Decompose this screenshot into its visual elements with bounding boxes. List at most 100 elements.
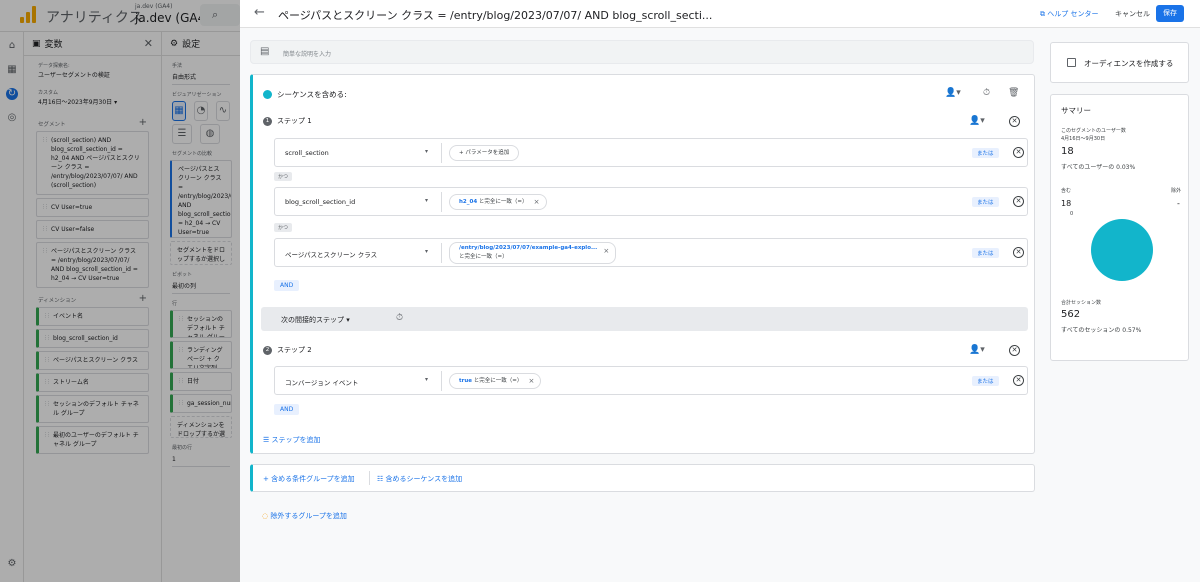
description-placeholder: 簡単な説明を入力 [283,51,332,58]
back-arrow-icon[interactable]: ← [254,5,265,20]
filter-value: /entry/blog/2023/07/07/example-ga4-explo… [459,245,598,251]
add-include-sequence-button[interactable]: ☷ 含めるシーケンスを追加 [377,474,462,484]
included-label: 含む [1061,188,1072,194]
sequence-card: シーケンスを含める: 👤▾ ⏱ 🗑 1 ステップ 1 👤▾ ✕ scroll_se… [250,74,1035,454]
step-2-scope-icon[interactable]: 👤▾ [969,345,985,355]
add-group-bar: + 含める条件グループを追加 ☷ 含めるシーケンスを追加 [250,464,1035,492]
condition-dimension[interactable]: コンバージョン イベント [285,377,358,387]
condition-remove-icon[interactable]: ✕ [1013,375,1024,386]
cancel-button[interactable]: キャンセル [1115,9,1150,19]
excluded-label: 除外 [1171,188,1182,194]
close-icon[interactable]: × [528,374,534,388]
users-label: このセグメントのユーザー数 [1061,128,1126,134]
filter-pill[interactable]: h2_04 と完全に一致（=） × [449,194,547,210]
and-button[interactable]: AND [274,280,300,291]
or-button[interactable]: または [972,376,999,386]
filter-operator: と完全に一致（=） [477,199,528,205]
condition-remove-icon[interactable]: ✕ [1013,247,1024,258]
next-step-label: 次の間接的ステップ [281,316,344,324]
add-step-icon: ☰ [263,436,272,444]
add-step-button[interactable]: ☰ ステップを追加 [263,435,321,445]
summary-title: サマリー [1061,106,1091,115]
open-in-new-icon: ⧉ [1040,10,1045,18]
users-count: 18 [1061,146,1074,157]
description-icon: ▤ [260,46,270,57]
condition-remove-icon[interactable]: ✕ [1013,196,1024,207]
and-connector: かつ [274,172,293,181]
step-2-header: 2 ステップ 2 [263,345,312,355]
sequence-header: シーケンスを含める: [263,89,347,100]
add-parameter-button[interactable]: + パラメータを追加 [449,145,520,161]
add-exclude-group-button[interactable]: ◌ 除外するグループを追加 [262,511,347,521]
plus-icon: + [263,475,272,483]
delete-icon[interactable]: 🗑 [1008,88,1019,98]
help-center-link[interactable]: ⧉ ヘルプ センター [1040,9,1098,19]
dimension-dropdown-icon[interactable]: ▾ [425,197,428,204]
or-button[interactable]: または [972,197,999,207]
step-2-label: ステップ 2 [277,346,312,354]
summary-date: 4月16日～9月30日 [1061,136,1106,142]
condition-row: blog_scroll_section_id ▾ h2_04 と完全に一致（=）… [274,187,1028,216]
modal-scrim [0,0,240,582]
or-button[interactable]: または [972,248,999,258]
chevron-down-icon: ▾ [346,316,350,324]
excluded-count: - [1177,199,1180,208]
filter-pill[interactable]: true と完全に一致（=） × [449,373,542,389]
sequence-icon: ☷ [377,475,386,483]
add-step-label: ステップを追加 [271,436,321,444]
next-step-select[interactable]: 次の間接的ステップ ▾ [281,315,350,325]
sequence-label: シーケンスを含める: [277,90,347,99]
condition-row: scroll_section ▾ + パラメータを追加 または ✕ [274,138,1028,167]
divider [369,471,370,485]
divider [441,243,442,263]
users-pct: すべてのユーザーの 0.03% [1061,164,1136,171]
filter-operator: と完全に一致（=） [472,378,523,384]
close-icon[interactable]: × [603,247,609,256]
segment-builder-dialog: ← ページパスとスクリーン クラス = /entry/blog/2023/07/… [240,0,1200,582]
create-audience-box[interactable]: オーディエンスを作成する [1050,42,1189,83]
add-include-group-button[interactable]: + 含める条件グループを追加 [263,474,355,484]
segment-title[interactable]: ページパスとスクリーン クラス = /entry/blog/2023/07/07… [278,7,712,23]
step-1-scope-icon[interactable]: 👤▾ [969,116,985,126]
step-2-remove-icon[interactable]: ✕ [1009,345,1020,356]
condition-row: コンバージョン イベント ▾ true と完全に一致（=） × または ✕ [274,366,1028,395]
filter-pill[interactable]: /entry/blog/2023/07/07/example-ga4-explo… [449,242,617,264]
dimension-dropdown-icon[interactable]: ▾ [425,376,428,383]
filter-operator: と完全に一致（=） [459,254,508,260]
description-field[interactable]: ▤ 簡単な説明を入力 [250,40,1034,64]
timer-off-icon[interactable]: ⏱ [983,88,990,98]
user-scope-icon[interactable]: 👤▾ [945,88,961,98]
add-parameter-label: パラメータを追加 [465,150,510,156]
condition-dimension[interactable]: blog_scroll_section_id [285,198,355,206]
add-exclude-group-label: 除外するグループを追加 [270,512,347,520]
close-icon[interactable]: × [534,195,540,209]
condition-remove-icon[interactable]: ✕ [1013,147,1024,158]
or-button[interactable]: または [972,148,999,158]
step-1-label: ステップ 1 [277,117,312,125]
save-button[interactable]: 保存 [1156,5,1184,22]
help-center-label: ヘルプ センター [1047,10,1099,18]
step-2-number: 2 [263,345,272,355]
audience-checkbox[interactable] [1067,58,1076,67]
sessions-pct: すべてのセッションの 0.57% [1061,327,1142,334]
condition-dimension[interactable]: ページパスとスクリーン クラス [285,249,377,259]
filter-value: true [459,378,472,384]
filter-value: h2_04 [459,199,478,205]
next-step-bar: 次の間接的ステップ ▾ ⏱ [261,307,1028,331]
sessions-label: 合計セッション数 [1061,300,1102,306]
dimension-dropdown-icon[interactable]: ▾ [425,148,428,155]
step-1-remove-icon[interactable]: ✕ [1009,116,1020,127]
step-1-header: 1 ステップ 1 [263,116,312,126]
segment-donut-chart [1091,219,1153,281]
condition-row: ページパスとスクリーン クラス ▾ /entry/blog/2023/07/07… [274,238,1028,267]
donut-marker-label: 0 [1070,211,1074,217]
timer-icon[interactable]: ⏱ [396,313,403,323]
dimension-dropdown-icon[interactable]: ▾ [425,248,428,255]
dialog-header: ← ページパスとスクリーン クラス = /entry/blog/2023/07/… [240,0,1200,28]
create-audience-label: オーディエンスを作成する [1084,59,1174,68]
and-button[interactable]: AND [274,404,300,415]
condition-dimension[interactable]: scroll_section [285,149,329,157]
included-count: 18 [1061,199,1072,208]
add-include-sequence-label: 含めるシーケンスを追加 [385,475,463,483]
divider [441,371,442,391]
